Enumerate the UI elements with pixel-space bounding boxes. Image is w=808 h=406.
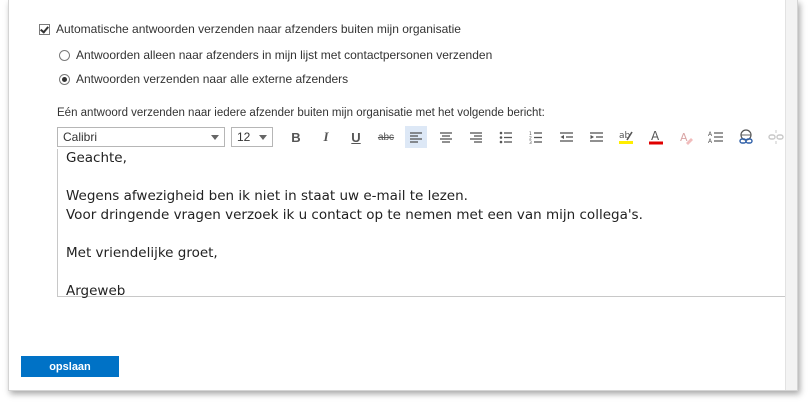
align-left-icon <box>410 132 422 143</box>
chevron-down-icon <box>259 134 267 140</box>
italic-icon: I <box>323 129 329 144</box>
option-all-external-label: Antwoorden verzenden naar alle externe a… <box>76 72 349 86</box>
underline-icon: U <box>351 129 361 145</box>
italic-button[interactable]: I <box>315 126 337 148</box>
strikethrough-icon: abc <box>377 131 395 143</box>
bullet-list-button[interactable] <box>495 126 517 148</box>
message-line <box>66 225 779 244</box>
bullet-list-icon <box>499 131 512 143</box>
chevron-down-icon <box>211 134 219 140</box>
increase-indent-icon <box>589 132 603 142</box>
auto-reply-external-checkbox[interactable] <box>39 23 50 35</box>
message-line: Argeweb <box>66 283 126 299</box>
numbered-list-button[interactable]: 123 <box>525 126 547 148</box>
align-center-button[interactable] <box>435 126 457 148</box>
align-right-button[interactable] <box>465 126 487 148</box>
message-line: Geachte, <box>66 150 127 166</box>
option-all-external-row[interactable]: Antwoorden verzenden naar alle externe a… <box>59 72 348 86</box>
svg-text:A: A <box>708 131 713 138</box>
auto-reply-external-label: Automatische antwoorden verzenden naar a… <box>56 22 461 36</box>
option-contacts-label: Antwoorden alleen naar afzenders in mijn… <box>76 48 493 62</box>
bold-button[interactable]: B <box>285 126 307 148</box>
message-line: Met vriendelijke groet, <box>66 245 218 261</box>
bold-icon: B <box>291 129 301 145</box>
settings-panel: Automatische antwoorden verzenden naar a… <box>8 0 798 391</box>
align-center-icon <box>440 132 452 143</box>
clear-format-button[interactable]: A <box>675 126 697 148</box>
insert-link-icon <box>739 129 753 144</box>
message-label: Eén antwoord verzenden naar iedere afzen… <box>57 107 545 119</box>
highlight-button[interactable]: ab <box>615 126 637 148</box>
message-line: Wegens afwezigheid ben ik niet in staat … <box>66 188 468 204</box>
message-label-row: Eén antwoord verzenden naar iedere afzen… <box>57 107 545 119</box>
formatting-toolbar: Calibri 12 B I U abc 123 ab A A A A <box>57 125 797 149</box>
remove-link-button[interactable] <box>765 126 787 148</box>
strikethrough-button[interactable]: abc <box>375 126 397 148</box>
underline-button[interactable]: U <box>345 126 367 148</box>
svg-text:A: A <box>708 138 713 144</box>
highlight-icon: ab <box>619 131 633 144</box>
message-line <box>66 168 779 187</box>
clear-format-icon: A <box>680 131 693 145</box>
auto-reply-external-row[interactable]: Automatische antwoorden verzenden naar a… <box>39 22 461 36</box>
font-size-value: 12 <box>237 130 251 144</box>
option-contacts-row[interactable]: Antwoorden alleen naar afzenders in mijn… <box>59 48 492 62</box>
numbered-list-icon: 123 <box>529 131 542 144</box>
message-line: Voor dringende vragen verzoek ik u conta… <box>66 207 643 223</box>
paragraph-spacing-button[interactable]: AA <box>705 126 727 148</box>
font-size-select[interactable]: 12 <box>231 127 273 147</box>
svg-text:3: 3 <box>529 140 532 144</box>
option-contacts-radio[interactable] <box>59 49 70 61</box>
align-right-icon <box>470 132 482 143</box>
svg-text:A: A <box>680 131 688 144</box>
remove-link-icon <box>768 130 784 144</box>
message-editor[interactable]: Geachte, Wegens afwezigheid ben ik niet … <box>57 149 787 299</box>
svg-text:A: A <box>651 129 660 143</box>
decrease-indent-button[interactable] <box>555 126 577 148</box>
font-color-button[interactable]: A <box>645 126 667 148</box>
vertical-scrollbar[interactable] <box>785 0 797 390</box>
insert-link-button[interactable] <box>735 126 757 148</box>
save-button[interactable]: opslaan <box>21 356 119 377</box>
align-left-button[interactable] <box>405 126 427 148</box>
increase-indent-button[interactable] <box>585 126 607 148</box>
font-color-icon: A <box>649 129 663 145</box>
decrease-indent-icon <box>559 132 573 142</box>
option-all-external-radio[interactable] <box>59 73 70 85</box>
font-family-value: Calibri <box>63 130 98 144</box>
paragraph-spacing-icon: AA <box>708 131 723 144</box>
font-family-select[interactable]: Calibri <box>57 127 225 147</box>
message-line <box>66 263 779 282</box>
